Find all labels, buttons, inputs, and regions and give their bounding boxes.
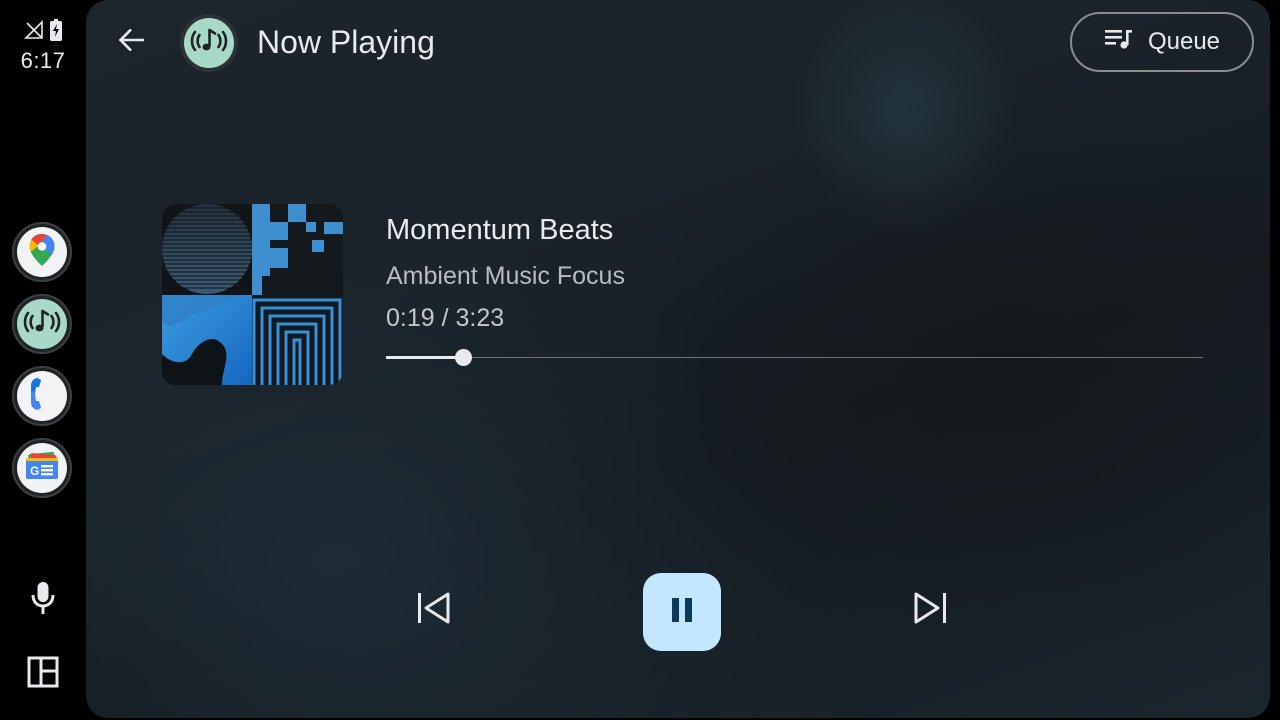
status-bar: 6:17: [0, 18, 86, 74]
music-app-button[interactable]: [12, 294, 72, 354]
pause-button[interactable]: [643, 573, 721, 651]
microphone-button[interactable]: [23, 580, 63, 620]
phone-app-button[interactable]: [12, 366, 72, 426]
track-artist: Ambient Music Focus: [386, 262, 625, 290]
now-playing-panel: Now Playing Queue Momentum Beats Ambient…: [86, 0, 1270, 718]
queue-music-icon: [1104, 27, 1134, 58]
queue-button[interactable]: Queue: [1070, 12, 1254, 72]
page-title: Now Playing: [257, 24, 435, 60]
progress-fill: [386, 356, 463, 359]
progress-slider[interactable]: [386, 348, 1203, 368]
track-time: 0:19 / 3:23: [386, 304, 505, 332]
clock: 6:17: [20, 48, 66, 73]
media-source-icon: [180, 14, 238, 72]
arrow-back-icon: [118, 26, 146, 59]
battery-charging-icon: [50, 18, 62, 46]
skip-next-icon: [910, 590, 950, 631]
news-app-button[interactable]: G: [12, 438, 72, 498]
pause-icon: [667, 595, 697, 630]
skip-previous-icon: [414, 590, 454, 631]
progress-track: [386, 357, 1203, 358]
svg-text:G: G: [30, 464, 39, 478]
no-signal-icon: [24, 19, 44, 45]
microphone-icon: [29, 580, 57, 621]
app-rail: 6:17 G: [0, 0, 86, 720]
dashboard-icon: [27, 656, 59, 693]
dashboard-button[interactable]: [23, 654, 63, 694]
track-title: Momentum Beats: [386, 214, 614, 246]
skip-previous-button[interactable]: [404, 580, 464, 640]
skip-next-button[interactable]: [900, 580, 960, 640]
maps-app-button[interactable]: [12, 222, 72, 282]
album-art: [162, 204, 343, 385]
phone-icon: [28, 376, 56, 417]
music-app-icon: [189, 26, 229, 61]
news-icon: G: [25, 451, 59, 485]
maps-icon: [28, 233, 56, 272]
music-app-icon: [22, 307, 62, 342]
progress-thumb[interactable]: [454, 349, 472, 366]
queue-label: Queue: [1147, 28, 1221, 55]
back-button[interactable]: [108, 20, 156, 64]
